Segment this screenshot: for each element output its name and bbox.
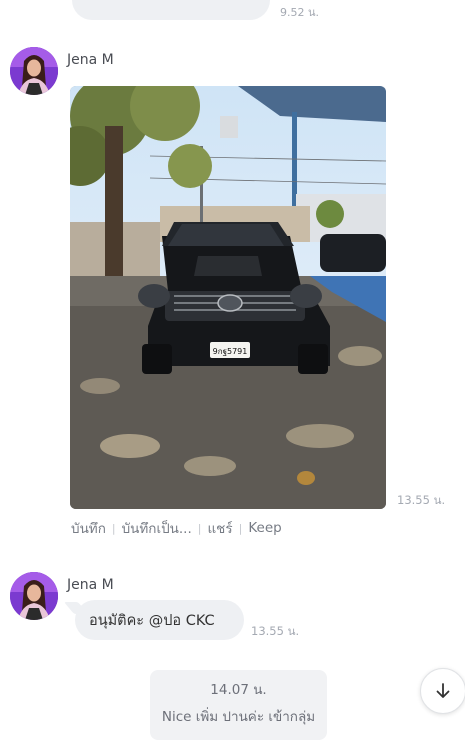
sender-name: Jena M — [67, 52, 114, 68]
divider: | — [111, 521, 116, 535]
photo-timestamp: 13.55 น. — [397, 493, 446, 507]
message-text: อนุมัติคะ @ปอ CKC — [89, 612, 215, 629]
license-plate-text: 9กฐ5791 — [213, 347, 248, 356]
share-action[interactable]: แชร์ — [207, 517, 232, 539]
previous-message-bubble[interactable] — [72, 0, 270, 20]
scroll-to-bottom-button[interactable] — [420, 668, 465, 714]
system-note-text: Nice เพิ่ม ปานค่ะ เข้ากลุ่ม — [161, 709, 316, 725]
shared-photo[interactable]: 9กฐ5791 — [70, 86, 386, 509]
photo-actions-bar: บันทึก | บันทึกเป็น... | แชร์ | Keep — [71, 517, 282, 539]
arrow-down-icon — [436, 683, 450, 698]
sender-avatar[interactable] — [10, 572, 58, 620]
save-as-action[interactable]: บันทึกเป็น... — [122, 517, 192, 539]
keep-action[interactable]: Keep — [248, 520, 281, 536]
save-action[interactable]: บันทึก — [71, 517, 106, 539]
message-timestamp: 13.55 น. — [251, 624, 300, 638]
divider: | — [238, 521, 243, 535]
previous-message-time: 9.52 น. — [280, 6, 320, 19]
avatar-photo — [10, 572, 58, 620]
sender-avatar[interactable] — [10, 47, 58, 95]
divider: | — [197, 521, 202, 535]
sender-name: Jena M — [67, 577, 114, 593]
system-note-time: 14.07 น. — [210, 682, 267, 698]
avatar-photo — [10, 47, 58, 95]
system-notification: 14.07 น. Nice เพิ่ม ปานค่ะ เข้ากลุ่ม — [150, 670, 327, 740]
message-bubble[interactable]: อนุมัติคะ @ปอ CKC — [75, 600, 244, 640]
